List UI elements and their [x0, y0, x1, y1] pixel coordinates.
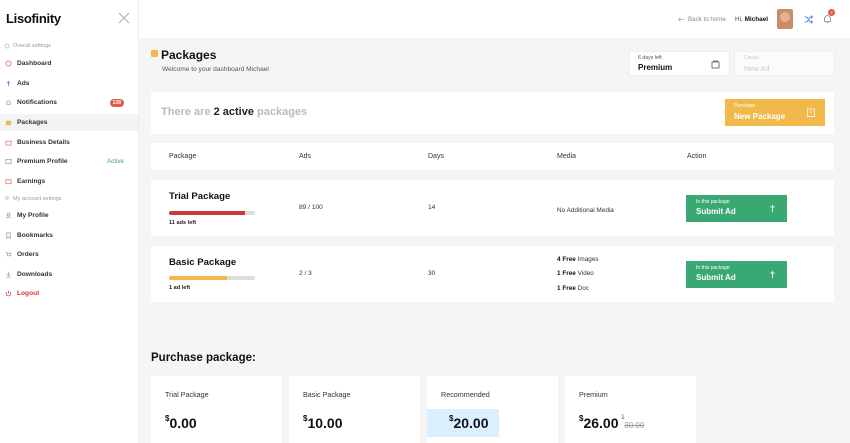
plan-name: Premium	[638, 63, 673, 72]
ads-left-text: 11 ads left	[169, 220, 197, 226]
section-overall-settings: Overall settings	[4, 43, 51, 49]
notification-count-badge: 2	[828, 9, 835, 16]
user-settings-icon	[5, 196, 9, 200]
media-video: 1 Free Video	[557, 270, 594, 277]
package-price: $0.00	[165, 414, 197, 431]
col-action: Action	[687, 153, 707, 160]
package-name: Basic Package	[169, 257, 237, 268]
current-plan-box[interactable]: 6 days left Premium	[629, 51, 730, 76]
old-price: $30.00	[621, 414, 645, 430]
package-title-icon	[151, 50, 158, 57]
ads-count: 89 / 100	[299, 204, 323, 211]
media-doc: 1 Free Doc	[557, 285, 589, 292]
download-icon	[6, 271, 11, 278]
sidebar-item-business-details[interactable]: Business Details	[0, 134, 138, 151]
purchase-new-package-button[interactable]: Purchase New Package	[725, 99, 825, 126]
days-count: 14	[428, 204, 436, 211]
wallet-icon	[5, 179, 12, 185]
package-card-trial[interactable]: Trial Package $0.00	[151, 376, 282, 443]
bell-icon	[6, 100, 11, 105]
avatar[interactable]	[777, 9, 793, 29]
col-media: Media	[557, 153, 577, 160]
arrow-left-icon	[678, 17, 685, 22]
user-icon	[6, 212, 11, 219]
package-card-recommended[interactable]: Recommended $20.00	[427, 376, 558, 443]
sidebar-item-downloads[interactable]: Downloads	[0, 266, 138, 283]
package-icon	[807, 108, 815, 117]
plan-days-left: 6 days left	[638, 55, 662, 61]
package-price: $20.00	[449, 414, 489, 431]
package-name: Trial Package	[169, 191, 231, 202]
cart-icon	[5, 251, 12, 257]
ads-count: 2 / 3	[299, 270, 312, 277]
package-card-premium[interactable]: Premium $26.00 $30.00	[565, 376, 696, 443]
briefcase-icon	[5, 140, 12, 146]
media-images: 4 Free Images	[557, 256, 599, 263]
sidebar-item-ads[interactable]: Ads	[0, 75, 138, 92]
sidebar-item-logout[interactable]: Logout	[0, 285, 138, 302]
package-price: $10.00	[303, 414, 343, 431]
sidebar-item-premium-profile[interactable]: Premium Profile Active	[0, 153, 138, 170]
pin-icon	[6, 80, 11, 87]
section-account-settings: My account settings	[4, 196, 62, 202]
profile-card-icon	[5, 158, 12, 165]
app-logo[interactable]: Lisofinity	[6, 11, 61, 26]
pin-icon	[770, 271, 775, 278]
sidebar-item-earnings[interactable]: Earnings	[0, 173, 138, 190]
table-row-basic: Basic Package 1 ad left 2 / 3 30 4 Free …	[151, 246, 834, 302]
sidebar-item-dashboard[interactable]: Dashboard	[0, 55, 138, 72]
sidebar-item-packages[interactable]: Packages	[0, 114, 138, 131]
package-card-basic[interactable]: Basic Package $10.00	[289, 376, 420, 443]
shuffle-icon[interactable]	[804, 15, 813, 24]
user-greeting: Hi, Michael	[735, 16, 769, 23]
premium-status: Active	[107, 158, 124, 165]
dashboard-icon	[5, 60, 12, 67]
ads-progress-bar	[169, 211, 255, 215]
sidebar-item-notifications[interactable]: Notifications 138	[0, 94, 138, 111]
table-row-trial: Trial Package 11 ads left 89 / 100 14 No…	[151, 180, 834, 236]
media-info: No Additional Media	[557, 207, 614, 214]
new-ad-button-disabled[interactable]: Create New Ad	[734, 51, 835, 76]
sidebar-item-bookmarks[interactable]: Bookmarks	[0, 227, 138, 244]
packages-table-header: Package Ads Days Media Action	[151, 143, 834, 170]
top-bar: Back to home Hi, Michael 2	[139, 0, 850, 38]
sidebar-item-my-profile[interactable]: My Profile	[0, 207, 138, 224]
logout-icon	[5, 290, 12, 297]
purchase-package-title: Purchase package:	[151, 352, 256, 364]
sidebar-item-orders[interactable]: Orders	[0, 246, 138, 263]
submit-ad-button[interactable]: In this package Submit Ad	[686, 195, 787, 222]
sidebar: Lisofinity Overall settings Dashboard Ad…	[0, 0, 139, 443]
back-to-home-link[interactable]: Back to home	[678, 16, 726, 23]
package-price: $26.00 $30.00	[579, 414, 645, 431]
ads-left-text: 1 ad left	[169, 285, 191, 291]
package-icon	[5, 120, 12, 126]
page-subtitle: Welcome to your dashboard Michael	[162, 66, 269, 73]
active-packages-text: There are 2 active packages	[161, 106, 308, 118]
page-title: Packages	[161, 48, 217, 62]
submit-ad-button[interactable]: In this package Submit Ad	[686, 261, 787, 288]
settings-icon	[4, 43, 10, 49]
notifications-badge: 138	[109, 98, 124, 107]
col-package: Package	[169, 153, 197, 160]
bookmark-icon	[6, 232, 11, 239]
close-icon[interactable]	[118, 12, 130, 24]
days-count: 30	[428, 270, 436, 277]
plan-icon	[711, 60, 720, 69]
active-packages-banner: There are 2 active packages Purchase New…	[151, 92, 834, 134]
pin-icon	[770, 205, 775, 212]
ads-progress-bar	[169, 276, 255, 280]
col-ads: Ads	[299, 153, 312, 160]
col-days: Days	[428, 153, 444, 160]
